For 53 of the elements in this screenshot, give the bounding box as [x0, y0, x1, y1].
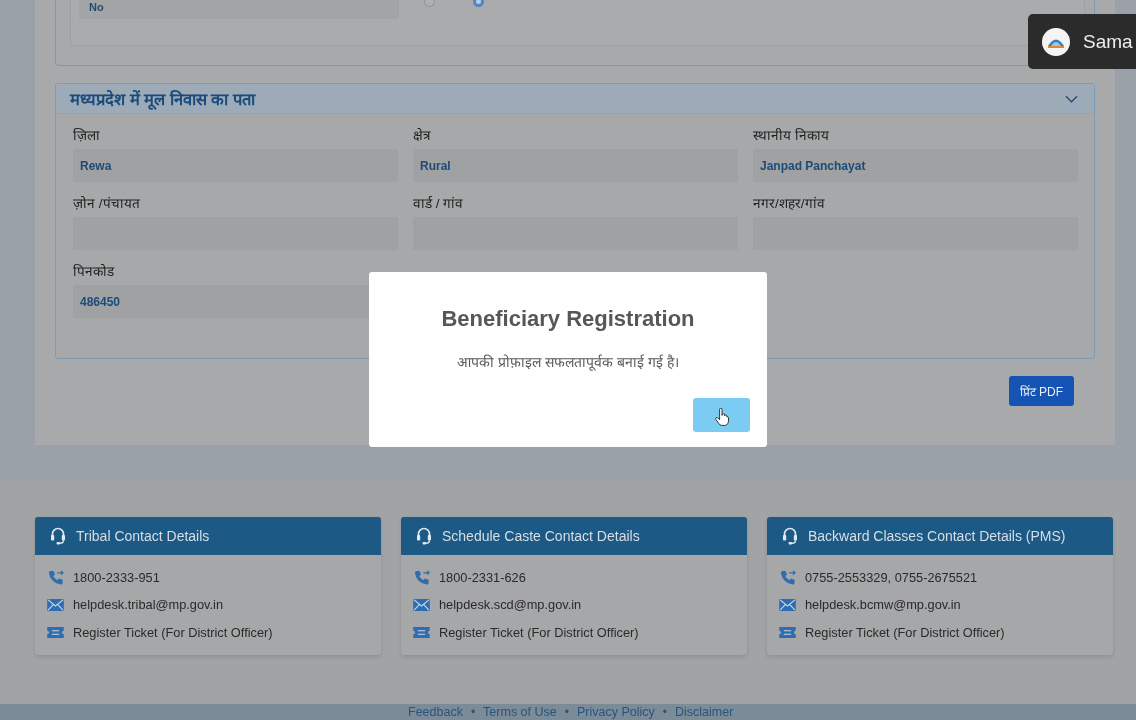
notification-toast[interactable]: Sama — [1028, 14, 1136, 69]
card-title: Tribal Contact Details — [76, 528, 210, 544]
headset-icon — [50, 527, 66, 545]
phone-icon — [413, 568, 430, 586]
envelope-icon — [779, 598, 796, 611]
footer-link[interactable]: Terms of Use — [483, 705, 557, 719]
phone-number: 0755-2553329, 0755-2675521 — [805, 569, 978, 585]
field-label: ज़िला — [73, 127, 100, 145]
section-title: मध्यप्रदेश में मूल निवास का पता — [70, 89, 255, 110]
field-label: स्थानीय निकाय — [753, 127, 829, 145]
footer-link[interactable]: Privacy Policy — [576, 705, 655, 719]
dialog-title: Beneficiary Registration — [441, 305, 695, 333]
field-label: वार्ड / गांव — [413, 195, 464, 213]
envelope-icon — [47, 598, 64, 611]
phone-number: 1800-2331-626 — [439, 569, 526, 585]
footer-link[interactable]: Feedback — [408, 705, 463, 719]
card-title: Schedule Caste Contact Details — [442, 528, 640, 544]
ticket-icon — [413, 626, 430, 638]
input-field[interactable]: Rural — [413, 149, 738, 182]
ticket-link[interactable]: Register Ticket (For District Officer) — [805, 624, 1005, 640]
email-link[interactable]: helpdesk.scd@mp.gov.in — [439, 597, 582, 612]
print-pdf-button[interactable]: प्रिंट PDF — [1008, 376, 1074, 406]
phone-icon — [47, 568, 64, 586]
headset-icon — [416, 527, 432, 545]
ticket-icon — [779, 626, 796, 638]
separator-text: • — [662, 705, 667, 719]
chevron-icon[interactable] — [1065, 94, 1078, 103]
separator-text: • — [564, 705, 569, 719]
separator-text: • — [470, 705, 476, 719]
field-label: क्षेत्र — [413, 127, 430, 145]
email-link[interactable]: helpdesk.bcmw@mp.gov.in — [805, 597, 961, 612]
logo-icon — [1042, 27, 1070, 56]
input-field[interactable]: No — [79, 0, 399, 19]
phone-number: 1800-2333-951 — [73, 569, 160, 585]
dialog-message: आपकी प्रोफ़ाइल सफलतापूर्वक बनाई गई है। — [457, 353, 679, 371]
phone-icon — [779, 568, 796, 586]
card-title: Backward Classes Contact Details (PMS) — [808, 528, 1066, 544]
ticket-link[interactable]: Register Ticket (For District Officer) — [73, 624, 273, 640]
card-header[interactable]: मध्यप्रदेश में मूल निवास का पता — [56, 84, 1094, 114]
headset-icon — [782, 527, 798, 545]
field-label: पिनकोड — [73, 263, 114, 281]
email-link[interactable]: helpdesk.tribal@mp.gov.in — [73, 597, 224, 612]
footer-link[interactable]: Disclaimer — [674, 705, 734, 719]
confirm-button[interactable] — [693, 398, 750, 432]
input-field[interactable]: Janpad Panchayat — [753, 149, 1078, 182]
field-label: नगर/शहर/गांव — [753, 195, 825, 213]
input-field[interactable]: Rewa — [73, 149, 398, 182]
hand-cursor-icon — [714, 408, 729, 426]
ticket-icon — [47, 626, 64, 638]
field-label: ज़ोन /पंचायत — [73, 195, 140, 213]
envelope-icon — [413, 598, 430, 611]
toast-text: Sama — [1083, 30, 1133, 53]
ticket-link[interactable]: Register Ticket (For District Officer) — [439, 624, 639, 640]
